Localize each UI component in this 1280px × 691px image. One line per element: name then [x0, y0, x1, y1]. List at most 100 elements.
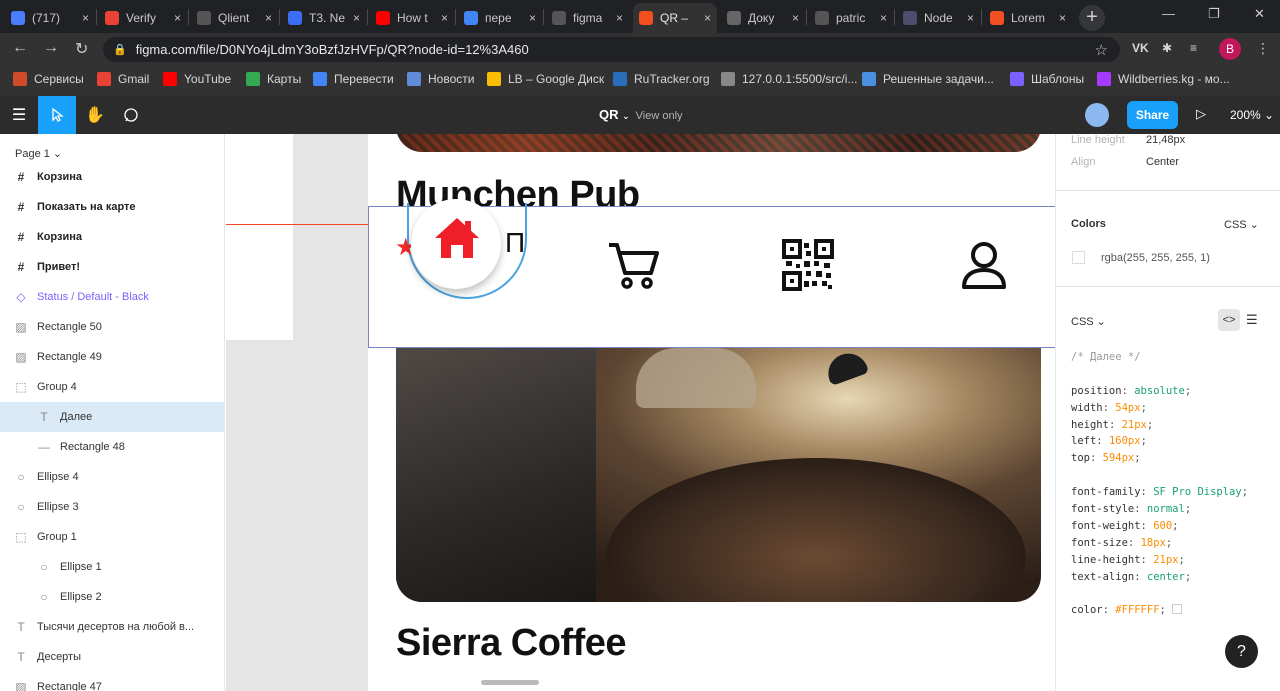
layer-item[interactable]: ⬚ Group 4 — [0, 372, 224, 402]
layer-item[interactable]: ○ Ellipse 1 — [0, 552, 224, 582]
layer-item[interactable]: # Показать на карте — [0, 192, 224, 222]
tab-close-icon[interactable]: × — [880, 11, 887, 25]
user-icon[interactable] — [959, 239, 1009, 291]
close-window-button[interactable]: ✕ — [1254, 6, 1265, 22]
tab-close-icon[interactable]: × — [265, 11, 272, 25]
share-button[interactable]: Share — [1127, 101, 1178, 129]
browser-tab[interactable]: Доку × — [721, 3, 805, 33]
tab-title: Доку — [748, 11, 775, 25]
layer-item[interactable]: ⬚ Group 1 — [0, 522, 224, 552]
browser-tab[interactable]: Lorem × — [984, 3, 1072, 33]
line-height-value[interactable]: 21,48px — [1146, 134, 1185, 146]
maximize-window-button[interactable]: ❐ — [1208, 6, 1220, 22]
layer-item[interactable]: # Корзина — [0, 162, 224, 192]
bookmark-item[interactable]: LB – Google Диск — [487, 72, 604, 86]
tab-close-icon[interactable]: × — [529, 11, 536, 25]
color-value[interactable]: rgba(255, 255, 255, 1) — [1101, 252, 1210, 264]
reload-button[interactable]: ↻ — [75, 39, 88, 59]
move-tool-icon[interactable] — [38, 96, 76, 134]
tab-close-icon[interactable]: × — [1059, 11, 1066, 25]
tab-close-icon[interactable]: × — [616, 11, 623, 25]
layer-item[interactable]: — Rectangle 48 — [0, 432, 224, 462]
browser-tab[interactable]: Verify × — [99, 3, 187, 33]
bookmark-item[interactable]: RuTracker.org — [613, 72, 710, 86]
layer-item[interactable]: ▨ Rectangle 47 — [0, 672, 224, 691]
user-avatar[interactable] — [1085, 103, 1109, 127]
layer-item[interactable]: ▨ Rectangle 50 — [0, 312, 224, 342]
bookmark-item[interactable]: Gmail — [97, 72, 149, 86]
code-format-dropdown[interactable]: CSS ⌄ — [1071, 315, 1106, 328]
bookmark-item[interactable]: Перевести — [313, 72, 394, 86]
menu-kebab-icon[interactable]: ⋮ — [1256, 40, 1270, 57]
list-view-icon[interactable]: ☰ — [1246, 312, 1258, 328]
figma-canvas[interactable]: Munchen Pub ★ П Sierra Coffee — [226, 134, 1055, 691]
tab-close-icon[interactable]: × — [353, 11, 360, 25]
hand-tool-icon[interactable]: ✋ — [76, 96, 114, 134]
present-icon[interactable]: ▷ — [1196, 106, 1206, 122]
zoom-dropdown[interactable]: 200% ⌄ — [1230, 108, 1274, 122]
layer-item[interactable]: T Десерты — [0, 642, 224, 672]
bookmark-item[interactable]: Сервисы — [13, 72, 84, 86]
puzzle-extension-icon[interactable]: ✱ — [1162, 41, 1172, 55]
home-icon[interactable] — [429, 211, 485, 267]
tab-close-icon[interactable]: × — [441, 11, 448, 25]
bookmark-item[interactable]: Новости — [407, 72, 474, 86]
address-url[interactable]: figma.com/file/D0NYo4jLdmY3oBzfJzHVFp/QR… — [136, 42, 529, 57]
layer-item[interactable]: # Корзина — [0, 222, 224, 252]
phone-frame[interactable]: Munchen Pub ★ П Sierra Coffee — [368, 134, 1055, 691]
file-title[interactable]: QR ⌄ View only — [599, 107, 683, 122]
layer-item[interactable]: T Далее — [0, 402, 224, 432]
main-menu-icon[interactable]: ☰ — [0, 96, 38, 134]
bookmark-item[interactable]: YouTube — [163, 72, 231, 86]
tab-close-icon[interactable]: × — [174, 11, 181, 25]
layer-item[interactable]: ○ Ellipse 4 — [0, 462, 224, 492]
layer-item[interactable]: ◇ Status / Default - Black — [0, 282, 224, 312]
browser-tab[interactable]: (717) × — [5, 3, 95, 33]
horizontal-scroll-indicator[interactable] — [481, 680, 539, 685]
tab-close-icon[interactable]: × — [704, 11, 711, 25]
comment-tool-icon[interactable] — [112, 96, 150, 134]
css-code-block[interactable]: /* Далее */ position: absolute; width: 54p… — [1071, 349, 1248, 619]
help-button[interactable]: ? — [1225, 635, 1258, 668]
cart-icon[interactable] — [605, 237, 661, 293]
reading-list-icon[interactable]: ≡ — [1190, 41, 1197, 55]
layer-item[interactable]: T Тысячи десертов на любой в... — [0, 612, 224, 642]
tab-close-icon[interactable]: × — [792, 11, 799, 25]
browser-tab[interactable]: пере × — [458, 3, 542, 33]
page-selector[interactable]: Page 1 ⌄ — [15, 147, 62, 160]
bookmark-item[interactable]: Карты — [246, 72, 301, 86]
browser-tab[interactable]: figma × — [546, 3, 629, 33]
forward-button[interactable]: → — [43, 39, 59, 57]
qr-code-icon[interactable] — [782, 239, 834, 291]
browser-tab[interactable]: Qlient × — [191, 3, 278, 33]
vk-extension-icon[interactable]: VK — [1132, 41, 1149, 55]
align-value[interactable]: Center — [1146, 156, 1179, 168]
tab-close-icon[interactable]: × — [967, 11, 974, 25]
color-swatch[interactable] — [1072, 251, 1085, 264]
bookmark-item[interactable]: Wildberries.kg - мо... — [1097, 72, 1230, 86]
browser-tab[interactable]: Node × — [897, 3, 980, 33]
tab-close-icon[interactable]: × — [82, 11, 89, 25]
address-bar[interactable]: 🔒 figma.com/file/D0NYo4jLdmY3oBzfJzHVFp/… — [103, 37, 1120, 62]
browser-tab[interactable]: patric × — [809, 3, 893, 33]
tab-title: Node — [924, 11, 953, 25]
browser-tab[interactable]: T3. Ne × — [282, 3, 366, 33]
bookmark-item[interactable]: 127.0.0.1:5500/src/i... — [721, 72, 857, 86]
layer-item[interactable]: ▨ Rectangle 49 — [0, 342, 224, 372]
bookmark-star-icon[interactable]: ☆ — [1095, 41, 1108, 59]
bookmark-item[interactable]: Решенные задачи... — [862, 72, 994, 86]
code-view-icon[interactable]: <> — [1218, 309, 1240, 331]
browser-tab[interactable]: QR – × — [633, 3, 717, 33]
layer-item[interactable]: ○ Ellipse 3 — [0, 492, 224, 522]
back-button[interactable]: ← — [12, 39, 28, 57]
bookmark-item[interactable]: Шаблоны — [1010, 72, 1084, 86]
profile-avatar[interactable]: В — [1219, 38, 1241, 60]
tab-favicon-doc-icon — [288, 11, 302, 25]
bottom-nav-bar[interactable]: ★ П — [368, 199, 1055, 348]
new-tab-button[interactable]: + — [1079, 5, 1105, 31]
browser-tab[interactable]: How t × — [370, 3, 454, 33]
minimize-window-button[interactable]: — — [1162, 6, 1175, 21]
layer-item[interactable]: ○ Ellipse 2 — [0, 582, 224, 612]
colors-format-dropdown[interactable]: CSS ⌄ — [1224, 218, 1259, 231]
layer-item[interactable]: # Привет! — [0, 252, 224, 282]
